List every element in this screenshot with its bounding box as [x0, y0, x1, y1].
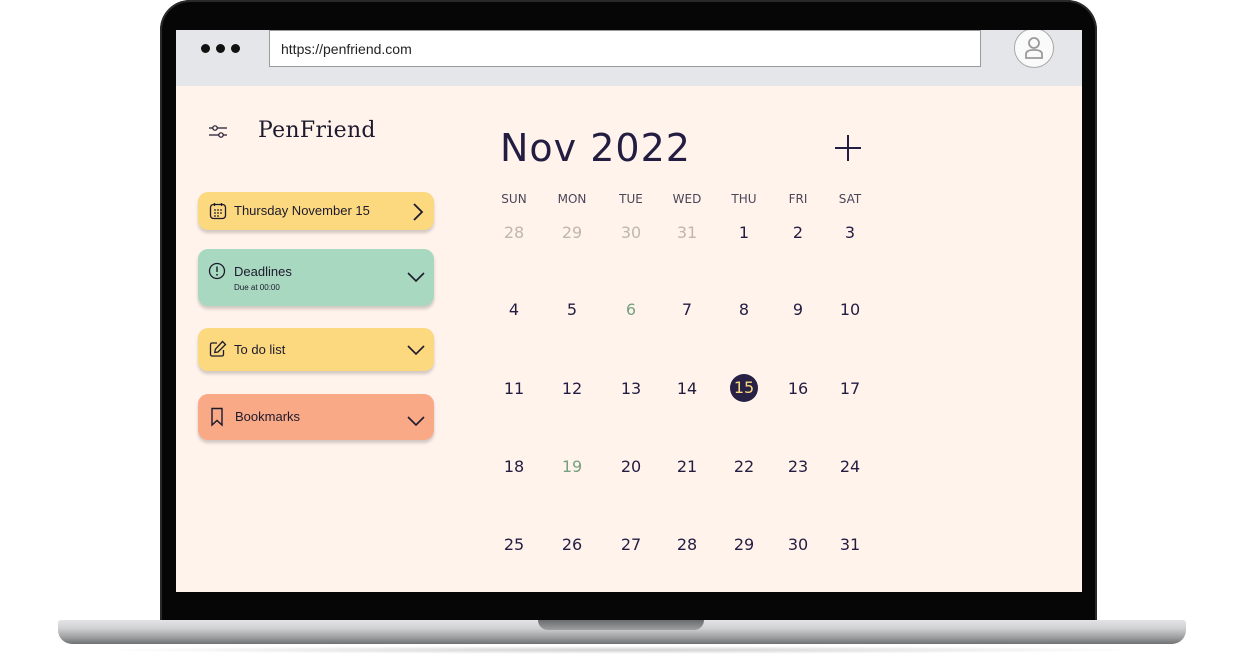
date-card[interactable]: Thursday November 15 — [198, 192, 434, 230]
weekday-mon: MON — [557, 192, 587, 206]
chevron-down-icon — [407, 272, 425, 283]
bookmark-icon — [211, 407, 223, 427]
bookmarks-card[interactable]: Bookmarks — [198, 394, 434, 440]
calendar-day[interactable]: 28 — [667, 535, 707, 554]
calendar-day[interactable]: 10 — [830, 300, 870, 319]
chevron-down-icon — [407, 345, 425, 356]
profile-button[interactable] — [1014, 30, 1054, 68]
laptop-notch — [538, 620, 704, 630]
calendar-day[interactable]: 19 — [552, 457, 592, 476]
calendar-day[interactable]: 25 — [494, 535, 534, 554]
calendar-day[interactable]: 26 — [552, 535, 592, 554]
calendar-day[interactable]: 14 — [667, 379, 707, 398]
add-event-button[interactable] — [832, 132, 864, 164]
deadlines-card[interactable]: Deadlines Due at 00:00 — [198, 249, 434, 306]
calendar-day[interactable]: 31 — [830, 535, 870, 554]
month-title: Nov 2022 — [500, 126, 691, 170]
calendar-day[interactable]: 11 — [494, 379, 534, 398]
weekday-sat: SAT — [838, 192, 862, 206]
calendar-day[interactable]: 18 — [494, 457, 534, 476]
deadlines-card-sub: Due at 00:00 — [234, 283, 280, 292]
screen: https://penfriend.com PenFriend Thursday… — [176, 30, 1082, 592]
date-card-label: Thursday November 15 — [234, 203, 370, 218]
calendar-day[interactable]: 8 — [724, 300, 764, 319]
calendar-day[interactable]: 17 — [830, 379, 870, 398]
calendar-day[interactable]: 9 — [778, 300, 818, 319]
weekday-wed: WED — [672, 192, 702, 206]
menu-dots-icon[interactable] — [201, 44, 240, 53]
laptop-shadow — [90, 646, 1154, 654]
weekday-sun: SUN — [501, 192, 527, 206]
browser-bar: https://penfriend.com — [176, 30, 1082, 86]
calendar-day[interactable]: 27 — [611, 535, 651, 554]
calendar-day[interactable]: 28 — [494, 223, 534, 242]
selected-day[interactable]: 15 — [730, 374, 758, 402]
calendar-day[interactable]: 29 — [552, 223, 592, 242]
plus-icon — [835, 135, 861, 161]
calendar-day[interactable]: 4 — [494, 300, 534, 319]
bookmarks-card-label: Bookmarks — [235, 409, 301, 424]
calendar-day[interactable]: 7 — [667, 300, 707, 319]
calendar-day[interactable]: 3 — [830, 223, 870, 242]
calendar-day[interactable]: 2 — [778, 223, 818, 242]
chevron-right-icon — [413, 203, 424, 221]
todo-card-label: To do list — [234, 342, 286, 357]
calendar-day[interactable]: 20 — [611, 457, 651, 476]
weekday-fri: FRI — [788, 192, 808, 206]
calendar-day[interactable]: 16 — [778, 379, 818, 398]
app-name: PenFriend — [258, 118, 376, 143]
calendar-day[interactable]: 5 — [552, 300, 592, 319]
calendar-icon — [209, 203, 227, 220]
calendar-day[interactable]: 30 — [611, 223, 651, 242]
calendar-day[interactable]: 1 — [724, 223, 764, 242]
weekday-thu: THU — [731, 192, 757, 206]
user-icon — [1025, 37, 1043, 59]
weekday-tue: TUE — [619, 192, 643, 206]
sliders-icon[interactable] — [207, 124, 229, 144]
edit-icon — [209, 340, 227, 357]
calendar-day[interactable]: 12 — [552, 379, 592, 398]
calendar-day[interactable]: 30 — [778, 535, 818, 554]
todo-card[interactable]: To do list — [198, 328, 434, 371]
calendar-day[interactable]: 24 — [830, 457, 870, 476]
calendar-day[interactable]: 6 — [611, 300, 651, 319]
calendar-day[interactable]: 13 — [611, 379, 651, 398]
calendar-day[interactable]: 21 — [667, 457, 707, 476]
alert-circle-icon — [208, 262, 226, 280]
calendar-day[interactable]: 31 — [667, 223, 707, 242]
calendar-day[interactable]: 22 — [724, 457, 764, 476]
url-bar[interactable]: https://penfriend.com — [269, 30, 981, 67]
deadlines-card-label: Deadlines — [234, 264, 292, 279]
chevron-down-icon — [407, 416, 425, 427]
calendar-day[interactable]: 23 — [778, 457, 818, 476]
calendar-day[interactable]: 29 — [724, 535, 764, 554]
